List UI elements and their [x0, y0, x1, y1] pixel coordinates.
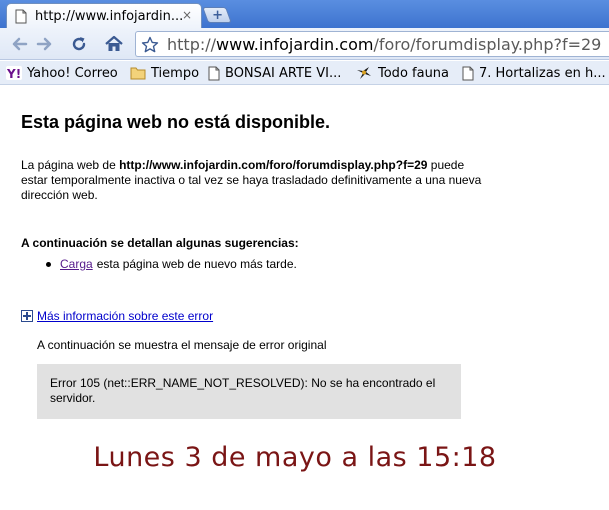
bookmark-yahoo-correo[interactable]: Y! Yahoo! Correo — [6, 64, 118, 82]
original-message-label: A continuación se muestra el mensaje de … — [37, 338, 327, 352]
bookmark-hortalizas[interactable]: 7. Hortalizas en h... — [462, 64, 606, 82]
bookmark-label: Todo fauna — [378, 65, 450, 81]
back-arrow-icon — [12, 37, 28, 51]
desc-url: http://www.infojardin.com/foro/forumdisp… — [119, 158, 428, 172]
star-icon[interactable] — [141, 36, 159, 54]
more-info-toggle[interactable]: Más información sobre este error — [21, 309, 213, 323]
error-page: Esta página web no está disponible. La p… — [0, 86, 609, 510]
url-scheme: http:// — [167, 35, 217, 54]
new-tab-button[interactable]: + — [202, 7, 232, 23]
svg-text:Y!: Y! — [6, 67, 21, 80]
home-icon — [105, 35, 123, 51]
page-icon — [15, 9, 29, 25]
back-button[interactable] — [6, 32, 32, 56]
forward-button[interactable] — [32, 32, 58, 56]
date-caption: Lunes 3 de mayo a las 15:18 — [93, 442, 497, 473]
tab-strip: http://www.infojardin.... × + — [0, 0, 609, 29]
forward-arrow-icon — [36, 37, 52, 51]
expand-plus-icon[interactable] — [21, 310, 33, 322]
bookmark-todo-fauna[interactable]: Todo fauna — [355, 64, 449, 82]
browser-tab[interactable]: http://www.infojardin.... × — [6, 3, 202, 29]
page-icon — [462, 66, 474, 81]
bookmark-label: 7. Hortalizas en h... — [479, 65, 606, 81]
reload-icon — [72, 37, 86, 51]
plus-icon: + — [211, 7, 223, 23]
bullet-icon — [46, 261, 51, 267]
address-bar[interactable]: http://www.infojardin.com/foro/forumdisp… — [135, 31, 609, 57]
bookmark-bonsai[interactable]: BONSAI ARTE VI... — [208, 64, 341, 82]
suggestions-heading: A continuación se detallan algunas suger… — [21, 236, 299, 250]
reload-button[interactable] — [66, 32, 92, 56]
error-message-box: Error 105 (net::ERR_NAME_NOT_RESOLVED): … — [37, 364, 461, 419]
page-title: Esta página web no está disponible. — [21, 112, 331, 132]
bookmark-label: Yahoo! Correo — [27, 65, 118, 81]
error-description: La página web de http://www.infojardin.c… — [21, 158, 491, 203]
suggestion-text: esta página web de nuevo más tarde. — [96, 257, 297, 271]
home-button[interactable] — [101, 32, 127, 56]
close-icon[interactable]: × — [181, 9, 193, 21]
page-icon — [208, 66, 220, 81]
url-path: /foro/forumdisplay.php?f=29 — [373, 35, 602, 54]
error-message-text: Error 105 (net::ERR_NAME_NOT_RESOLVED): … — [50, 376, 436, 405]
toolbar: http://www.infojardin.com/foro/forumdisp… — [0, 28, 609, 60]
suggestion-item: Carga esta página web de nuevo más tarde… — [46, 257, 297, 271]
bookmark-label: Tiempo — [151, 65, 200, 81]
yahoo-icon: Y! — [6, 66, 22, 80]
reload-link[interactable]: Carga — [60, 257, 93, 271]
bookmarks-bar: Y! Yahoo! Correo Tiempo BONSAI ARTE VI..… — [0, 61, 609, 85]
desc-prefix: La página web de — [21, 158, 120, 172]
bird-icon — [355, 65, 373, 81]
bookmark-label: BONSAI ARTE VI... — [225, 65, 342, 81]
bookmark-tiempo[interactable]: Tiempo — [130, 64, 199, 82]
tab-title: http://www.infojardin.... — [35, 9, 183, 24]
url-host: www.infojardin.com — [216, 35, 374, 54]
folder-icon — [130, 66, 146, 80]
more-info-link[interactable]: Más información sobre este error — [37, 309, 213, 323]
url-text[interactable]: http://www.infojardin.com/foro/forumdisp… — [167, 35, 601, 54]
